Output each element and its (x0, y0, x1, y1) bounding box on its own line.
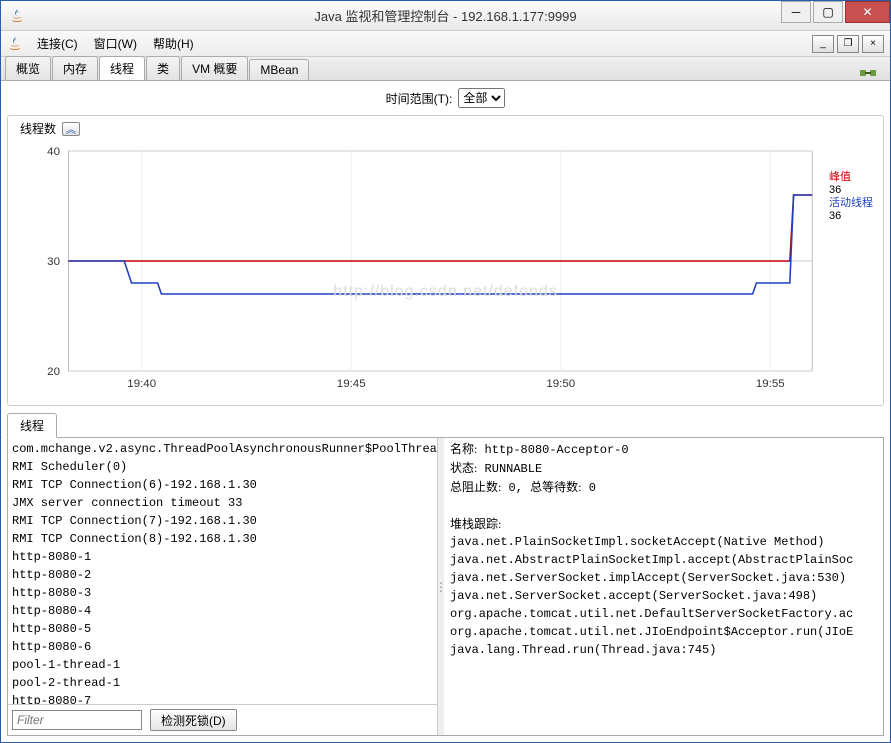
thread-list-item[interactable]: http-8080-7 (12, 692, 433, 704)
thread-list-pane: com.mchange.v2.async.ThreadPoolAsynchron… (8, 438, 438, 735)
thread-list-item[interactable]: JMX server connection timeout 33 (12, 494, 433, 512)
time-range-row: 时间范围(T): 全部 (1, 81, 890, 115)
legend-peak-label: 峰值 (829, 171, 873, 184)
window-title: Java 监视和管理控制台 - 192.168.1.177:9999 (1, 6, 890, 25)
close-button[interactable]: ✕ (845, 1, 890, 23)
mdi-close-button[interactable]: × (862, 35, 884, 53)
xtick-1: 19:45 (337, 378, 366, 390)
minimize-button[interactable]: ─ (781, 1, 811, 23)
tab-vmsummary[interactable]: VM 概要 (181, 56, 248, 80)
thread-list-item[interactable]: com.mchange.v2.async.ThreadPoolAsynchron… (12, 440, 433, 458)
thread-list-item[interactable]: pool-1-thread-1 (12, 656, 433, 674)
app-window: Java 监视和管理控制台 - 192.168.1.177:9999 ─ ▢ ✕… (0, 0, 891, 743)
time-range-select[interactable]: 全部 (458, 88, 505, 108)
legend-peak-value: 36 (829, 184, 873, 197)
thread-list-item[interactable]: http-8080-6 (12, 638, 433, 656)
stack-line: java.net.PlainSocketImpl.socketAccept(Na… (450, 533, 877, 551)
mdi-restore-button[interactable]: ❐ (837, 35, 859, 53)
window-controls: ─ ▢ ✕ (779, 1, 890, 30)
thread-list-item[interactable]: RMI Scheduler(0) (12, 458, 433, 476)
detail-name-label: 名称: (450, 442, 477, 456)
detect-deadlock-button[interactable]: 检测死锁(D) (150, 709, 237, 731)
detail-name-value: http-8080-Acceptor-0 (485, 443, 629, 457)
tab-overview[interactable]: 概览 (5, 56, 51, 80)
thread-list-item[interactable]: RMI TCP Connection(7)-192.168.1.30 (12, 512, 433, 530)
ytick-20: 20 (47, 366, 60, 378)
menu-help[interactable]: 帮助(H) (145, 32, 202, 55)
detail-waited-value: 0 (589, 481, 596, 495)
java-app-icon (7, 36, 23, 52)
chart-section: 线程数 ︽ (7, 115, 884, 406)
stack-line: org.apache.tomcat.util.net.JIoEndpoint$A… (450, 623, 877, 641)
thread-count-chart: 20 30 40 19:40 19:45 19:50 19:55 峰值 (16, 141, 875, 401)
content-area: 时间范围(T): 全部 线程数 ︽ (1, 81, 890, 742)
thread-list-item[interactable]: http-8080-3 (12, 584, 433, 602)
threads-split-panes: com.mchange.v2.async.ThreadPoolAsynchron… (7, 437, 884, 736)
threads-tabstrip: 线程 (7, 412, 884, 437)
mdi-controls: _ ❐ × (812, 35, 884, 53)
filter-row: 检测死锁(D) (8, 704, 437, 735)
stack-line: java.net.ServerSocket.implAccept(ServerS… (450, 569, 877, 587)
java-icon (9, 8, 25, 24)
threads-subtab[interactable]: 线程 (7, 413, 57, 438)
menu-window[interactable]: 窗口(W) (86, 32, 145, 55)
xtick-2: 19:50 (546, 378, 575, 390)
mdi-minimize-button[interactable]: _ (812, 35, 834, 53)
stack-line: java.net.ServerSocket.accept(ServerSocke… (450, 587, 877, 605)
chart-legend: 峰值 36 活动线程 36 (829, 171, 873, 223)
chart-title: 线程数 (20, 120, 56, 137)
tab-threads[interactable]: 线程 (99, 56, 145, 80)
thread-list-item[interactable]: http-8080-4 (12, 602, 433, 620)
menubar: 连接(C) 窗口(W) 帮助(H) _ ❐ × (1, 31, 890, 57)
stack-trace-lines: java.net.PlainSocketImpl.socketAccept(Na… (450, 533, 877, 659)
tab-memory[interactable]: 内存 (52, 56, 98, 80)
stack-line: java.net.AbstractPlainSocketImpl.accept(… (450, 551, 877, 569)
main-tabbar: 概览 内存 线程 类 VM 概要 MBean (1, 57, 890, 81)
legend-live-value: 36 (829, 210, 873, 223)
detail-blocked-label: 总阻止数: (450, 480, 501, 494)
thread-list-item[interactable]: http-8080-2 (12, 566, 433, 584)
chart-svg: 20 30 40 19:40 19:45 19:50 19:55 (16, 141, 875, 401)
titlebar: Java 监视和管理控制台 - 192.168.1.177:9999 ─ ▢ ✕ (1, 1, 890, 31)
threads-panel: 线程 com.mchange.v2.async.ThreadPoolAsynch… (7, 412, 884, 736)
time-range-label: 时间范围(T): (386, 90, 453, 107)
thread-list-item[interactable]: RMI TCP Connection(8)-192.168.1.30 (12, 530, 433, 548)
detail-stack-label: 堆栈跟踪: (450, 515, 877, 533)
detail-blocked-value: 0, (509, 481, 523, 495)
detail-waited-label: 总等待数: (530, 480, 581, 494)
xtick-0: 19:40 (127, 378, 156, 390)
menu-connect[interactable]: 连接(C) (29, 32, 86, 55)
legend-live-label: 活动线程 (829, 197, 873, 210)
thread-list-item[interactable]: http-8080-1 (12, 548, 433, 566)
connection-status-icon (858, 66, 878, 80)
ytick-40: 40 (47, 146, 60, 158)
tab-mbean[interactable]: MBean (249, 59, 309, 80)
thread-list-item[interactable]: http-8080-5 (12, 620, 433, 638)
chart-collapse-button[interactable]: ︽ (62, 122, 80, 136)
thread-list[interactable]: com.mchange.v2.async.ThreadPoolAsynchron… (8, 438, 437, 704)
tab-classes[interactable]: 类 (146, 56, 180, 80)
stack-line: org.apache.tomcat.util.net.DefaultServer… (450, 605, 877, 623)
thread-list-item[interactable]: pool-2-thread-1 (12, 674, 433, 692)
thread-list-item[interactable]: RMI TCP Connection(6)-192.168.1.30 (12, 476, 433, 494)
detail-state-label: 状态: (450, 461, 477, 475)
thread-detail-pane: 名称: http-8080-Acceptor-0 状态: RUNNABLE 总阻… (444, 438, 883, 735)
ytick-30: 30 (47, 256, 60, 268)
xtick-3: 19:55 (756, 378, 785, 390)
maximize-button[interactable]: ▢ (813, 1, 843, 23)
detail-state-value: RUNNABLE (485, 462, 543, 476)
stack-line: java.lang.Thread.run(Thread.java:745) (450, 641, 877, 659)
chart-header: 线程数 ︽ (16, 118, 875, 141)
filter-input[interactable] (12, 710, 142, 730)
